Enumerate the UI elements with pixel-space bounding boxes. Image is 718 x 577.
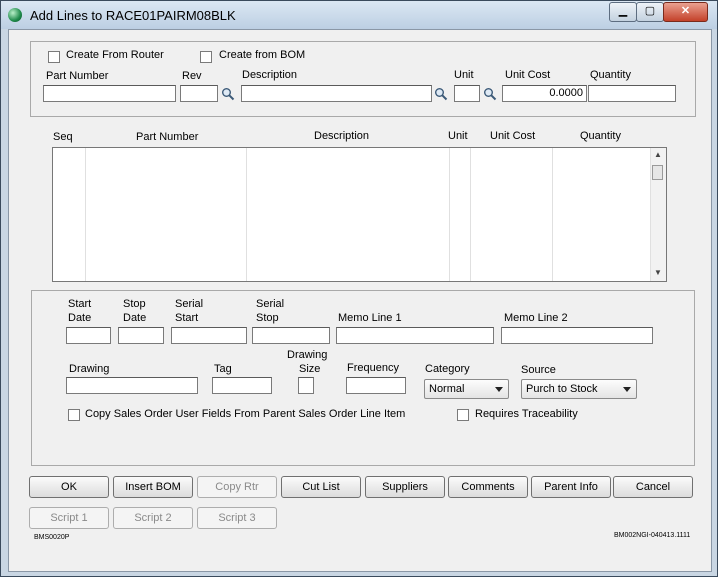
cut-list-button[interactable]: Cut List [281, 476, 361, 498]
unit-cost-label: Unit Cost [505, 69, 551, 81]
grid-column-divider [246, 148, 247, 281]
copy-rtr-button[interactable]: Copy Rtr [197, 476, 277, 498]
create-from-router-checkbox[interactable] [48, 51, 60, 63]
scroll-up-icon[interactable]: ▲ [654, 150, 662, 159]
comments-button[interactable]: Comments [448, 476, 528, 498]
memo-line-1-label: Memo Line 1 [338, 312, 402, 324]
rev-label: Rev [182, 70, 202, 82]
title-bar[interactable]: Add Lines to RACE01PAIRM08BLK ▁ ▢ ✕ [1, 1, 717, 29]
grid-column-divider [449, 148, 450, 281]
cancel-button[interactable]: Cancel [613, 476, 693, 498]
stop-date-input[interactable] [118, 327, 164, 344]
suppliers-button[interactable]: Suppliers [365, 476, 445, 498]
create-from-bom-checkbox[interactable] [200, 51, 212, 63]
chevron-down-icon [623, 387, 631, 392]
scroll-thumb[interactable] [652, 165, 663, 180]
source-label: Source [521, 364, 556, 376]
category-value: Normal [429, 383, 465, 395]
insert-bom-button[interactable]: Insert BOM [113, 476, 193, 498]
window-title: Add Lines to RACE01PAIRM08BLK [30, 8, 236, 23]
frequency-input[interactable] [346, 377, 406, 394]
requires-traceability-checkbox[interactable] [457, 409, 469, 421]
start-date-input[interactable] [66, 327, 111, 344]
ok-button[interactable]: OK [29, 476, 109, 498]
category-select[interactable]: Normal [424, 379, 509, 399]
description-label: Description [242, 69, 298, 81]
col-header-quantity[interactable]: Quantity [580, 130, 621, 142]
scroll-down-icon[interactable]: ▼ [654, 268, 662, 277]
serial-stop-label-2: Stop [256, 312, 279, 324]
category-label: Category [425, 363, 470, 375]
tag-label: Tag [214, 363, 232, 375]
drawing-label: Drawing [69, 363, 110, 375]
description-input[interactable] [241, 85, 432, 102]
col-header-unit-cost[interactable]: Unit Cost [490, 130, 535, 142]
rev-search-icon[interactable] [221, 87, 235, 101]
requires-traceability-label: Requires Traceability [475, 408, 578, 420]
maximize-button[interactable]: ▢ [636, 2, 664, 22]
serial-start-input[interactable] [171, 327, 247, 344]
col-header-seq[interactable]: Seq [53, 131, 73, 143]
memo-line-2-input[interactable] [501, 327, 653, 344]
quantity-label: Quantity [590, 69, 631, 81]
part-number-label: Part Number [46, 70, 109, 82]
stop-date-label-1: Stop [123, 298, 146, 310]
create-from-bom-label: Create from BOM [219, 49, 306, 61]
version-code: BM002NGI-040413.1111 [614, 532, 691, 539]
script-1-button[interactable]: Script 1 [29, 507, 109, 529]
app-globe-icon [8, 8, 22, 22]
memo-line-1-input[interactable] [336, 327, 494, 344]
drawing-size-label-1: Drawing [287, 349, 328, 361]
frequency-label: Frequency [347, 362, 399, 374]
description-search-icon[interactable] [434, 87, 448, 101]
drawing-size-label-2: Size [299, 363, 321, 375]
add-lines-window: Add Lines to RACE01PAIRM08BLK ▁ ▢ ✕ Crea… [0, 0, 718, 577]
unit-search-icon[interactable] [483, 87, 497, 101]
memo-line-2-label: Memo Line 2 [504, 312, 568, 324]
source-select[interactable]: Purch to Stock [521, 379, 637, 399]
grid-column-divider [85, 148, 86, 281]
start-date-label-1: Start [68, 298, 92, 310]
create-from-router-label: Create From Router [66, 49, 164, 61]
script-3-button[interactable]: Script 3 [197, 507, 277, 529]
rev-input[interactable] [180, 85, 218, 102]
chevron-down-icon [495, 387, 503, 392]
source-value: Purch to Stock [526, 383, 598, 395]
col-header-part-number[interactable]: Part Number [136, 131, 198, 143]
copy-user-fields-checkbox[interactable] [68, 409, 80, 421]
start-date-label-2: Date [68, 312, 92, 324]
unit-input[interactable] [454, 85, 480, 102]
dialog-body: Create From Router Create from BOM Part … [8, 29, 712, 572]
script-2-button[interactable]: Script 2 [113, 507, 193, 529]
close-button[interactable]: ✕ [663, 2, 708, 22]
grid-column-divider [552, 148, 553, 281]
quantity-input[interactable] [588, 85, 676, 102]
parent-info-button[interactable]: Parent Info [531, 476, 611, 498]
drawing-size-input[interactable] [298, 377, 314, 394]
col-header-unit[interactable]: Unit [448, 130, 468, 142]
serial-start-label-2: Start [175, 312, 199, 324]
unit-label: Unit [454, 69, 474, 81]
drawing-input[interactable] [66, 377, 198, 394]
unit-cost-input[interactable]: 0.0000 [502, 85, 587, 102]
minimize-button[interactable]: ▁ [609, 2, 637, 22]
copy-user-fields-label: Copy Sales Order User Fields From Parent… [85, 408, 406, 420]
lines-grid[interactable]: ▲ ▼ [52, 147, 667, 282]
serial-start-label-1: Serial [175, 298, 204, 310]
serial-stop-input[interactable] [252, 327, 330, 344]
stop-date-label-2: Date [123, 312, 147, 324]
grid-vertical-scrollbar[interactable]: ▲ ▼ [650, 148, 666, 281]
form-code: BMS0020P [34, 534, 70, 541]
serial-stop-label-1: Serial [256, 298, 285, 310]
part-number-input[interactable] [43, 85, 176, 102]
grid-column-divider [470, 148, 471, 281]
col-header-description[interactable]: Description [314, 130, 369, 142]
tag-input[interactable] [212, 377, 272, 394]
